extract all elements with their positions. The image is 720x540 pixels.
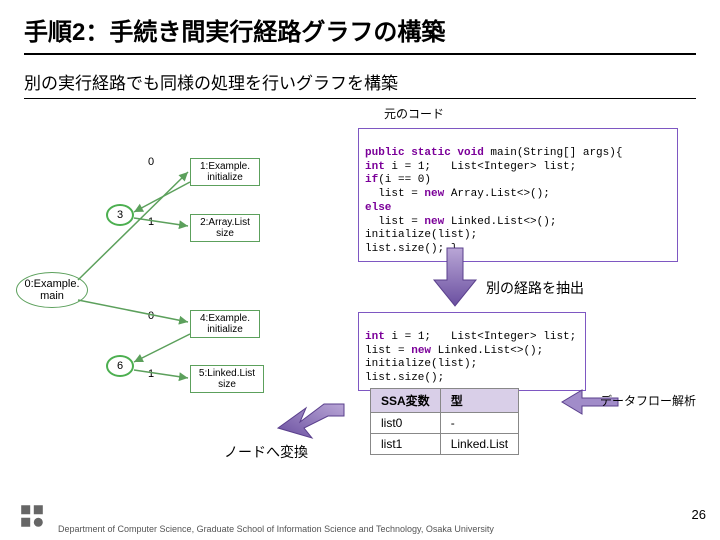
page-number: 26 <box>692 507 706 522</box>
ssa-table: SSA変数 型 list0 - list1 Linked.List <box>370 388 519 455</box>
label: 5:Linked.List size <box>199 368 255 390</box>
label: 1:Example. initialize <box>200 161 250 183</box>
left-arrow-icon <box>276 398 346 442</box>
source-code-box: public static void main(String[] args){ … <box>358 128 678 262</box>
table-row: list1 Linked.List <box>371 434 519 455</box>
label: 2:Array.List size <box>200 217 250 239</box>
graph-top-edge0: 0 <box>148 156 154 168</box>
table-row: list0 - <box>371 413 519 434</box>
ssa-th-var: SSA変数 <box>371 389 441 413</box>
label: 4:Example. initialize <box>200 313 250 335</box>
graph-top-node-2: 2:Array.List size <box>190 214 260 242</box>
graph-bottom-edge0: 0 <box>148 310 154 322</box>
graph-top-leaf: 3 <box>106 204 134 226</box>
graph-bottom-node-2: 5:Linked.List size <box>190 365 264 393</box>
slide-subtitle: 別の実行経路でも同様の処理を行いグラフを構築 <box>24 69 696 99</box>
ssa-th-type: 型 <box>440 389 518 413</box>
graph-bottom-leaf: 6 <box>106 355 134 377</box>
annot-node-convert: ノードへ変換 <box>224 442 308 462</box>
graph-bottom-node-1: 4:Example. initialize <box>190 310 260 338</box>
label: 3 <box>117 209 123 221</box>
graph-top-node-1: 1:Example. initialize <box>190 158 260 186</box>
source-code-label: 元のコード <box>384 105 696 122</box>
slide-title: 手順2：手続き間実行経路グラフの構築 <box>24 12 696 55</box>
down-arrow-icon <box>430 246 480 310</box>
graph-top-edge1: 1 <box>148 216 154 228</box>
graph-root-node: 0:Example. main <box>16 272 88 308</box>
graph-bottom-edge1: 1 <box>148 368 154 380</box>
extracted-path-code: int i = 1; List<Integer> list; list = ne… <box>358 312 586 391</box>
label: 6 <box>117 360 123 372</box>
graph-root-label: 0:Example. main <box>24 278 79 302</box>
annot-extract-path: 別の経路を抽出 <box>486 278 584 298</box>
footer-text: Department of Computer Science, Graduate… <box>0 524 720 534</box>
annot-dataflow: データフロー解析 <box>600 392 696 409</box>
